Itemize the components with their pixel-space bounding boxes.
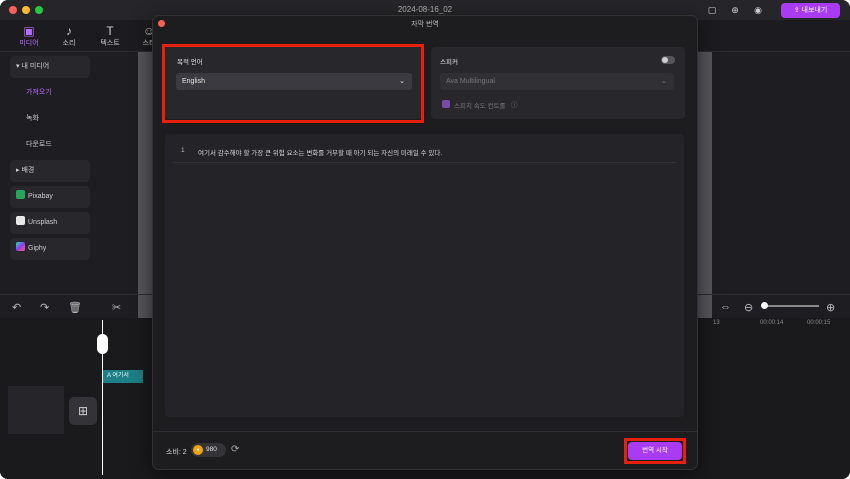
redo-icon[interactable]: ↷ bbox=[40, 301, 49, 314]
speaker-panel: 스피커 Ava Multilingual ⌄ 스피치 속도 컨트롤 ⓘ bbox=[431, 47, 685, 119]
media-sidebar: ▾ 내 미디어 가져오기 녹화 다운로드 ▸ 배경 Pixabay Unspla… bbox=[8, 52, 94, 290]
sidebar-background[interactable]: ▸ 배경 bbox=[10, 160, 90, 182]
app-window: 2024-08-16_02 ▢ ⊕ ◉ ⇪ 내보내기 ▣ 미디어 ♪ 소리 T … bbox=[0, 0, 850, 479]
speaker-label: 스피커 bbox=[440, 59, 458, 66]
scissors-icon[interactable]: ✂ bbox=[112, 301, 121, 314]
highlight-box bbox=[624, 438, 686, 464]
sidebar-giphy[interactable]: Giphy bbox=[10, 238, 90, 260]
consume-label: 소비: 2 bbox=[166, 449, 187, 456]
sidebar-item-record[interactable]: 녹화 bbox=[10, 108, 90, 130]
download-icon[interactable]: ⊕ bbox=[729, 4, 741, 16]
account-icon[interactable]: ◉ bbox=[752, 4, 764, 16]
window-title: 2024-08-16_02 bbox=[397, 5, 453, 14]
undo-icon[interactable]: ↶ bbox=[12, 301, 21, 314]
tab-audio[interactable]: ♪ 소리 bbox=[52, 24, 86, 48]
highlight-box bbox=[162, 44, 424, 123]
unsplash-icon bbox=[16, 216, 25, 225]
pixabay-icon bbox=[16, 190, 25, 199]
fit-icon[interactable]: ⇔ bbox=[720, 301, 731, 313]
speaker-toggle[interactable] bbox=[661, 56, 675, 64]
zoom-slider-handle[interactable] bbox=[761, 302, 768, 309]
speech-speed-checkbox[interactable] bbox=[442, 100, 450, 108]
chevron-down-icon: ▾ bbox=[16, 63, 20, 70]
tab-text[interactable]: T 텍스트 bbox=[93, 24, 127, 48]
playhead-handle[interactable] bbox=[97, 334, 108, 354]
timeline-tick: 00:00:14 bbox=[760, 320, 784, 326]
add-media-button[interactable]: ⊞ bbox=[69, 397, 97, 425]
subtitle-clip[interactable]: A 여기서 bbox=[103, 370, 143, 383]
chevron-right-icon: ▸ bbox=[16, 167, 20, 174]
feedback-icon[interactable]: ▢ bbox=[706, 4, 718, 16]
chevron-down-icon: ⌄ bbox=[661, 78, 667, 85]
credit-balance: ● 980 bbox=[191, 443, 226, 457]
sidebar-pixabay[interactable]: Pixabay bbox=[10, 186, 90, 208]
timeline-tick: 13 bbox=[713, 320, 720, 326]
coin-icon: ● bbox=[193, 445, 203, 455]
delete-icon[interactable]: 🗑 bbox=[68, 301, 82, 314]
sidebar-unsplash[interactable]: Unsplash bbox=[10, 212, 90, 234]
speaker-select[interactable]: Ava Multilingual ⌄ bbox=[440, 73, 674, 90]
media-icon: ▣ bbox=[23, 24, 35, 38]
refresh-icon[interactable]: ⟳ bbox=[231, 444, 239, 455]
text-icon: T bbox=[106, 24, 114, 38]
tab-media[interactable]: ▣ 미디어 bbox=[12, 24, 46, 48]
sidebar-item-import[interactable]: 가져오기 bbox=[10, 82, 90, 104]
sidebar-my-media[interactable]: ▾ 내 미디어 bbox=[10, 56, 90, 78]
line-number: 1 bbox=[181, 147, 185, 154]
track-header bbox=[8, 386, 64, 434]
subtitle-line-text[interactable]: 여기서 감수해야 할 가장 큰 위험 요소는 변화를 거부할 때 아기 되는 자… bbox=[198, 147, 442, 157]
info-icon: ⓘ bbox=[511, 102, 518, 109]
speech-speed-label: 스피치 속도 컨트롤 bbox=[454, 103, 506, 110]
sidebar-item-download[interactable]: 다운로드 bbox=[10, 134, 90, 156]
timeline-tick: 00:00:15 bbox=[807, 320, 831, 326]
subtitle-text-list[interactable]: 1 여기서 감수해야 할 가장 큰 위험 요소는 변화를 거부할 때 아기 되는… bbox=[165, 134, 684, 417]
dialog-title: 자막 번역 bbox=[411, 21, 439, 28]
music-note-icon: ♪ bbox=[66, 24, 72, 38]
giphy-icon bbox=[16, 242, 25, 251]
export-button[interactable]: ⇪ 내보내기 bbox=[781, 3, 840, 18]
zoom-slider[interactable] bbox=[763, 305, 819, 307]
subtitle-translate-dialog: 자막 번역 목적 언어 English ⌄ 스피커 Ava Multilingu… bbox=[153, 16, 697, 469]
zoom-out-icon[interactable]: ⊖ bbox=[744, 301, 753, 314]
zoom-in-icon[interactable]: ⊕ bbox=[826, 301, 835, 314]
